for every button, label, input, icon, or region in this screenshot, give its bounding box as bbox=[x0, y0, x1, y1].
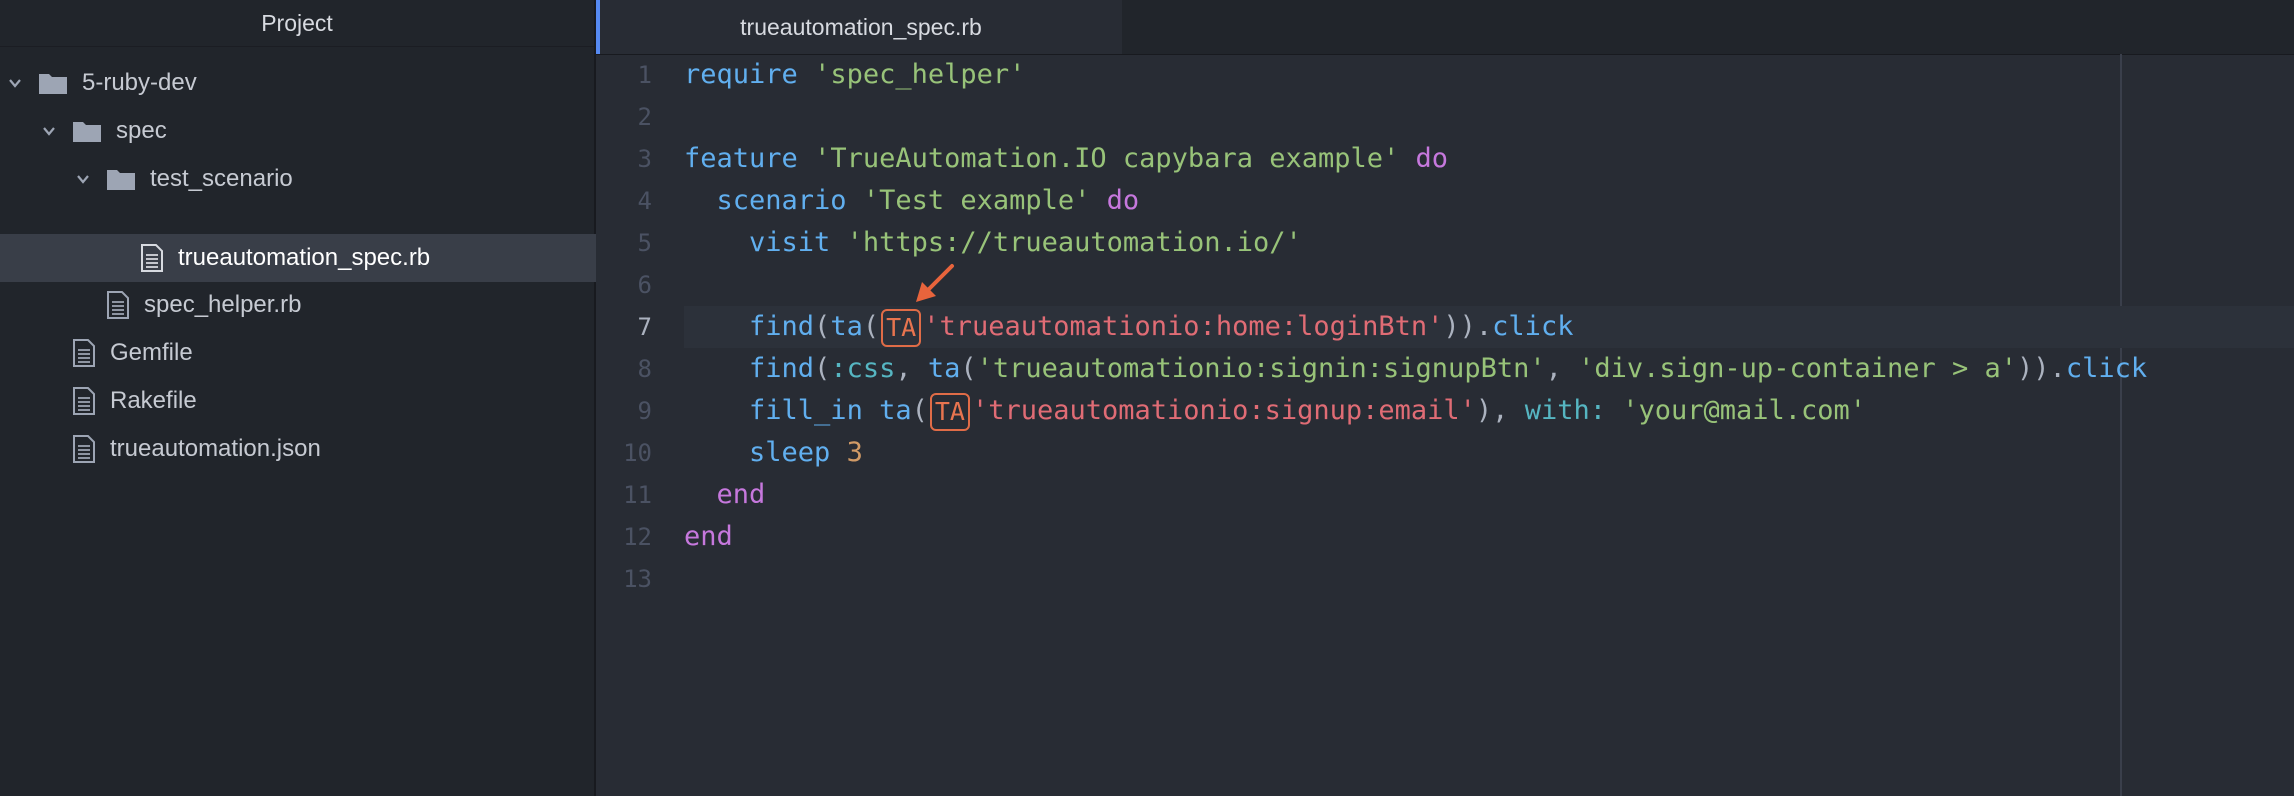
line-number: 4 bbox=[637, 187, 652, 215]
code-line: sleep 3 bbox=[749, 437, 863, 468]
chevron-down-icon[interactable] bbox=[8, 76, 22, 90]
chevron-down-icon[interactable] bbox=[42, 124, 56, 138]
tree-item-label: spec_helper.rb bbox=[144, 291, 302, 318]
chevron-down-icon[interactable] bbox=[76, 172, 90, 186]
arrow-annotation-icon bbox=[912, 262, 956, 313]
ta-badge[interactable]: TA bbox=[881, 308, 922, 347]
folder-icon bbox=[106, 167, 136, 191]
code-line: end bbox=[716, 479, 766, 510]
tree-item-label: 5-ruby-dev bbox=[82, 69, 197, 96]
line-number: 3 bbox=[637, 145, 652, 173]
line-number: 1 bbox=[637, 61, 652, 89]
editor-pane: trueautomation_spec.rb 1 2 3 4 5 6 7 8 9… bbox=[596, 0, 2294, 796]
code-line: visit 'https://trueautomation.io/' bbox=[749, 227, 1302, 258]
tab-trueautomation-spec[interactable]: trueautomation_spec.rb bbox=[596, 0, 1122, 54]
line-number: 8 bbox=[637, 355, 652, 383]
file-icon bbox=[106, 291, 130, 319]
code-line: feature 'TrueAutomation.IO capybara exam… bbox=[684, 143, 1449, 174]
folder-icon bbox=[72, 119, 102, 143]
line-number-gutter: 1 2 3 4 5 6 7 8 9 10 11 12 13 bbox=[596, 54, 652, 796]
line-number: 12 bbox=[623, 523, 652, 551]
line-number: 11 bbox=[623, 481, 652, 509]
file-icon bbox=[72, 339, 96, 367]
tree-item-gemfile[interactable]: Gemfile bbox=[0, 330, 666, 376]
tree-item-spec[interactable]: spec bbox=[0, 108, 636, 154]
line-number-active: 7 bbox=[637, 313, 652, 341]
ta-badge[interactable]: TA bbox=[929, 392, 970, 431]
code-line: end bbox=[684, 521, 733, 552]
code-line: require 'spec_helper' bbox=[684, 59, 1026, 90]
sidebar-title: Project bbox=[0, 0, 594, 47]
tree-item-label: spec bbox=[116, 117, 167, 144]
line-number: 6 bbox=[637, 271, 652, 299]
line-number: 9 bbox=[637, 397, 652, 425]
tree-item-label: Rakefile bbox=[110, 387, 197, 414]
code-line: fill_in ta(TA'trueautomationio:signup:em… bbox=[684, 390, 2294, 432]
code-line: find(:css, ta('trueautomationio:signin:s… bbox=[749, 353, 2148, 384]
code-area[interactable]: require 'spec_helper' feature 'TrueAutom… bbox=[684, 54, 2294, 796]
file-icon bbox=[140, 244, 164, 272]
file-icon bbox=[72, 387, 96, 415]
line-number: 2 bbox=[637, 103, 652, 131]
tree-item-label: trueautomation.json bbox=[110, 435, 321, 462]
file-icon bbox=[72, 435, 96, 463]
tree-item-trueautomation-json[interactable]: trueautomation.json bbox=[0, 426, 666, 472]
code-line: scenario 'Test example' do bbox=[716, 185, 1140, 216]
line-number: 10 bbox=[623, 439, 652, 467]
tree-item-5-ruby-dev[interactable]: 5-ruby-dev bbox=[0, 60, 602, 106]
tree-item-label: trueautomation_spec.rb bbox=[178, 244, 431, 271]
tree-item-label: test_scenario bbox=[150, 165, 293, 192]
tree-item-rakefile[interactable]: Rakefile bbox=[0, 378, 666, 424]
tree-item-label: Gemfile bbox=[110, 339, 193, 366]
project-sidebar: Project 5-ruby-dev spec test_scenario tr… bbox=[0, 0, 734, 796]
tree-item-test-scenario[interactable]: test_scenario bbox=[0, 156, 670, 202]
folder-icon bbox=[38, 71, 68, 95]
line-number: 13 bbox=[623, 565, 652, 593]
tree-item-spec-helper[interactable]: spec_helper.rb bbox=[0, 282, 700, 328]
tab-bar: trueautomation_spec.rb bbox=[596, 0, 2294, 55]
tab-label: trueautomation_spec.rb bbox=[740, 13, 982, 40]
line-number: 5 bbox=[637, 229, 652, 257]
